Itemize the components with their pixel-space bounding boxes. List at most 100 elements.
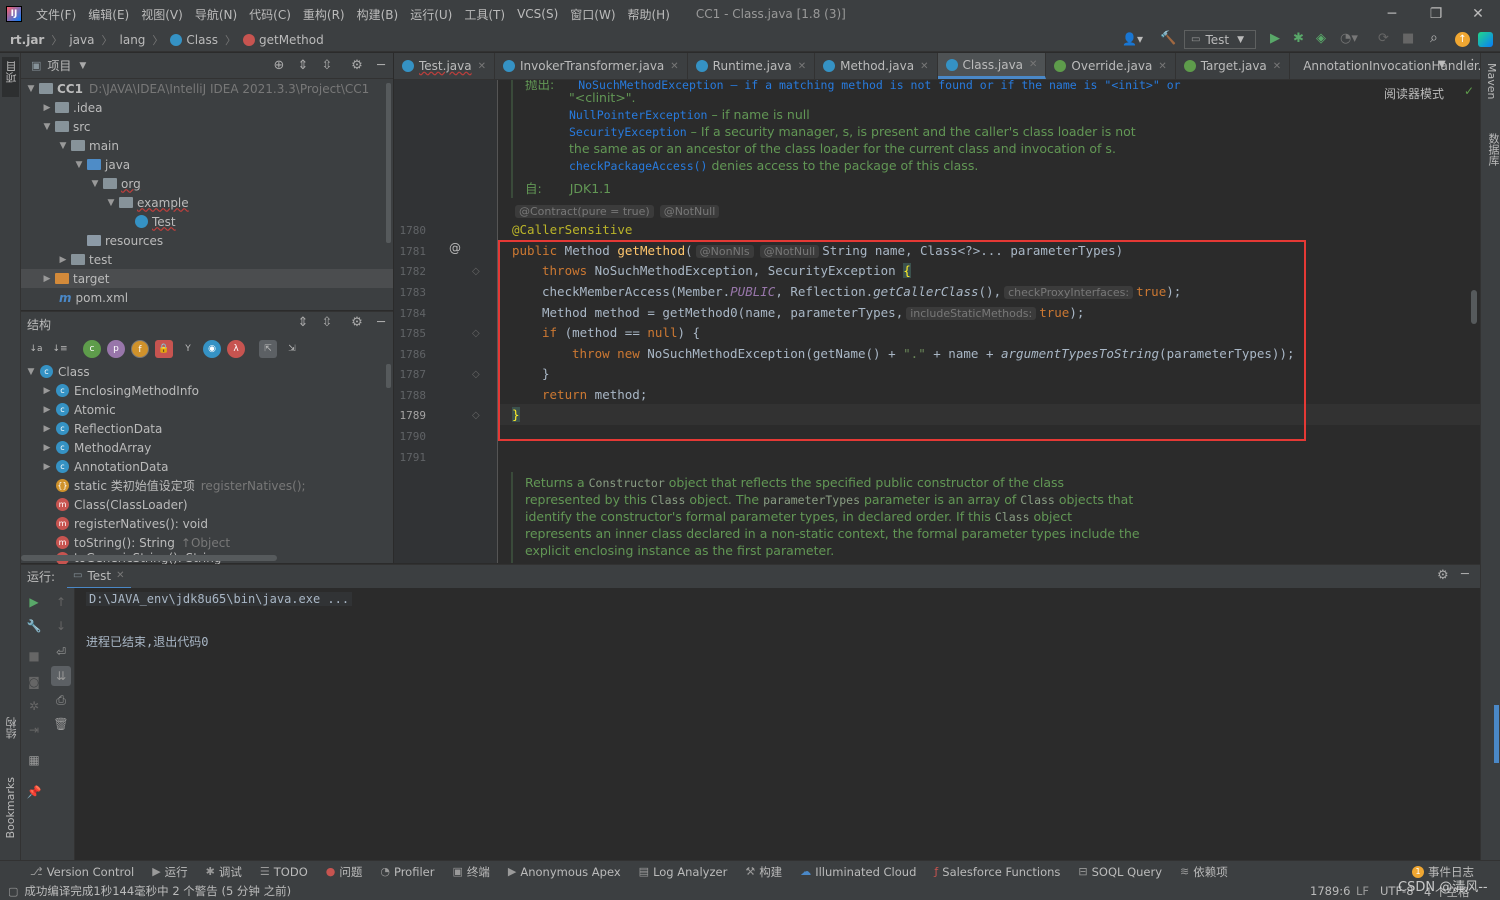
breadcrumb-class[interactable]: Class — [186, 33, 218, 47]
close-icon[interactable]: ✕ — [798, 61, 806, 72]
show-inherited-icon[interactable]: c — [83, 340, 101, 358]
tree-row-idea[interactable]: ▶ .idea — [21, 98, 393, 117]
hide-panel-icon[interactable]: ─ — [1461, 567, 1469, 582]
code-editor[interactable]: 1780 1781 1782 1783 1784 1785 1786 1787 … — [394, 80, 1480, 563]
tree-row-cc1[interactable]: ▼ CC1 D:\JAVA\IDEA\IntelliJ IDEA 2021.3.… — [21, 79, 393, 98]
project-scrollbar[interactable] — [386, 83, 391, 243]
tool-profiler[interactable]: ◔ Profiler — [380, 865, 434, 879]
build-hammer-icon[interactable]: 🔨 — [1160, 31, 1176, 46]
fold-icon[interactable]: ◇ — [472, 328, 480, 339]
structure-row[interactable]: ▶ c AnnotationData — [21, 457, 393, 476]
tab-target-java[interactable]: Target.java ✕ — [1176, 53, 1291, 79]
show-properties-icon[interactable]: p — [107, 340, 125, 358]
breadcrumb-rtjar[interactable]: rt.jar — [10, 33, 44, 47]
hide-panel-icon[interactable]: ─ — [373, 58, 389, 74]
rerun-icon[interactable]: ▶ — [26, 594, 42, 610]
show-lambdas-icon[interactable]: Y — [179, 340, 197, 358]
doc-link[interactable]: SecurityException — [569, 125, 687, 139]
print-icon[interactable]: ⎙ — [53, 692, 69, 708]
exit-icon[interactable]: ⇥ — [26, 722, 42, 738]
close-window-icon[interactable]: ✕ — [1456, 0, 1500, 28]
soft-wrap-icon[interactable]: ⏎ — [53, 644, 69, 660]
minimize-icon[interactable]: ─ — [1370, 0, 1414, 28]
sort-alpha-icon[interactable]: ↓a — [27, 340, 45, 358]
lambda-icon[interactable]: λ — [227, 340, 245, 358]
wrench-icon[interactable]: 🔧 — [26, 618, 42, 634]
tab-runtime-java[interactable]: Runtime.java ✕ — [688, 53, 816, 79]
tree-row-java[interactable]: ▼ java — [21, 155, 393, 174]
coverage-icon[interactable]: ◈ — [1316, 31, 1326, 46]
gear-icon[interactable]: ⚙ — [349, 58, 365, 74]
editor-gutter[interactable]: 1780 1781 1782 1783 1784 1785 1786 1787 … — [394, 80, 498, 563]
chevron-down-icon[interactable]: ▼ — [1438, 59, 1446, 70]
breadcrumb-java[interactable]: java — [69, 33, 94, 47]
tree-row-org[interactable]: ▼ org — [21, 174, 393, 193]
tool-anonymous-apex[interactable]: ▶ Anonymous Apex — [508, 865, 621, 879]
tab-override-java[interactable]: Override.java ✕ — [1046, 53, 1176, 79]
run-tab-test[interactable]: ▭ Test ✕ — [67, 565, 131, 589]
tool-run[interactable]: ▶ 运行 — [152, 864, 187, 880]
breadcrumb-lang[interactable]: lang — [120, 33, 146, 47]
close-icon[interactable]: ✕ — [1158, 61, 1166, 72]
up-arrow-icon[interactable]: ↑ — [53, 594, 69, 610]
tool-soql-query[interactable]: ⊟ SOQL Query — [1078, 865, 1162, 879]
stop-icon[interactable]: ■ — [1402, 31, 1414, 46]
tree-row-src[interactable]: ▼ src — [21, 117, 393, 136]
structure-row[interactable]: ▶ c MethodArray — [21, 438, 393, 457]
camera-icon[interactable]: ◙ — [26, 674, 42, 690]
tree-row-resources[interactable]: resources — [21, 231, 393, 250]
settings-cog-icon[interactable]: ✲ — [26, 698, 42, 714]
trash-icon[interactable]: 🗑 — [53, 716, 69, 732]
tool-todo[interactable]: ☰ TODO — [260, 865, 308, 879]
menu-window[interactable]: 窗口(W) — [564, 6, 621, 23]
tool-build[interactable]: ⚒ 构建 — [745, 864, 782, 880]
bookmarks-tool-tab[interactable]: Bookmarks — [2, 775, 19, 855]
menu-view[interactable]: 视图(V) — [135, 6, 189, 23]
menu-edit[interactable]: 编辑(E) — [82, 6, 135, 23]
tool-terminal[interactable]: ▣ 终端 — [452, 864, 489, 880]
menu-vcs[interactable]: VCS(S) — [511, 7, 564, 21]
structure-row[interactable]: {} static 类初始值设定项 registerNatives(); — [21, 476, 393, 495]
doc-link[interactable]: checkPackageAccess() — [569, 159, 707, 173]
collapse-all-icon[interactable]: ⇳ — [319, 58, 335, 74]
autoscroll-from-source-icon[interactable]: ⇲ — [283, 340, 301, 358]
run-icon[interactable]: ▶ — [1270, 31, 1280, 46]
caret-position[interactable]: 1789:6 — [1310, 884, 1350, 898]
menu-help[interactable]: 帮助(H) — [622, 6, 676, 23]
structure-tool-tab[interactable]: 结构 — [2, 715, 19, 759]
menu-tools[interactable]: 工具(T) — [458, 6, 511, 23]
structure-row[interactable]: ▶ c ReflectionData — [21, 419, 393, 438]
tree-row-example[interactable]: ▼ example — [21, 193, 393, 212]
structure-row[interactable]: m registerNatives(): void — [21, 514, 393, 533]
expand-all-icon[interactable]: ⇕ — [295, 315, 311, 331]
show-anonymous-icon[interactable]: ◉ — [203, 340, 221, 358]
down-arrow-icon[interactable]: ↓ — [53, 618, 69, 634]
tab-class-java[interactable]: Class.java ✕ — [937, 53, 1047, 79]
line-separator[interactable]: LF — [1356, 884, 1369, 898]
structure-scrollbar[interactable] — [386, 364, 391, 388]
toggle-tool-windows-icon[interactable]: ▢ — [8, 885, 18, 898]
close-icon[interactable]: ✕ — [478, 61, 486, 72]
menu-run[interactable]: 运行(U) — [404, 6, 458, 23]
autoscroll-to-source-icon[interactable]: ⇱ — [259, 340, 277, 358]
menu-build[interactable]: 构建(B) — [351, 6, 405, 23]
tab-annotationinvocationhandler-class[interactable]: AnnotationInvocationHandler.class — [1290, 53, 1480, 79]
close-icon[interactable]: ✕ — [116, 570, 124, 581]
pin-icon[interactable]: 📌 — [26, 784, 42, 800]
show-non-public-icon[interactable]: 🔒 — [155, 340, 173, 358]
tree-row-main[interactable]: ▼ main — [21, 136, 393, 155]
tool-salesforce-functions[interactable]: ƒ Salesforce Functions — [934, 865, 1060, 879]
doc-link[interactable]: NullPointerException — [569, 108, 707, 122]
structure-h-scrollbar[interactable] — [21, 555, 277, 561]
reader-mode-button[interactable]: 阅读器模式 — [1384, 85, 1444, 102]
close-icon[interactable]: ✕ — [920, 61, 928, 72]
fold-icon[interactable]: ◇ — [472, 369, 480, 380]
close-icon[interactable]: ✕ — [670, 61, 678, 72]
tab-method-java[interactable]: Method.java ✕ — [815, 53, 938, 79]
debug-icon[interactable]: ✱ — [1293, 31, 1304, 46]
editor-scrollbar[interactable] — [1471, 290, 1477, 324]
structure-row[interactable]: m toString(): String ↑Object — [21, 533, 393, 552]
annotation-at-icon[interactable]: @ — [449, 241, 461, 255]
structure-row[interactable]: m Class(ClassLoader) — [21, 495, 393, 514]
tree-row-test[interactable]: ▶ test — [21, 250, 393, 269]
